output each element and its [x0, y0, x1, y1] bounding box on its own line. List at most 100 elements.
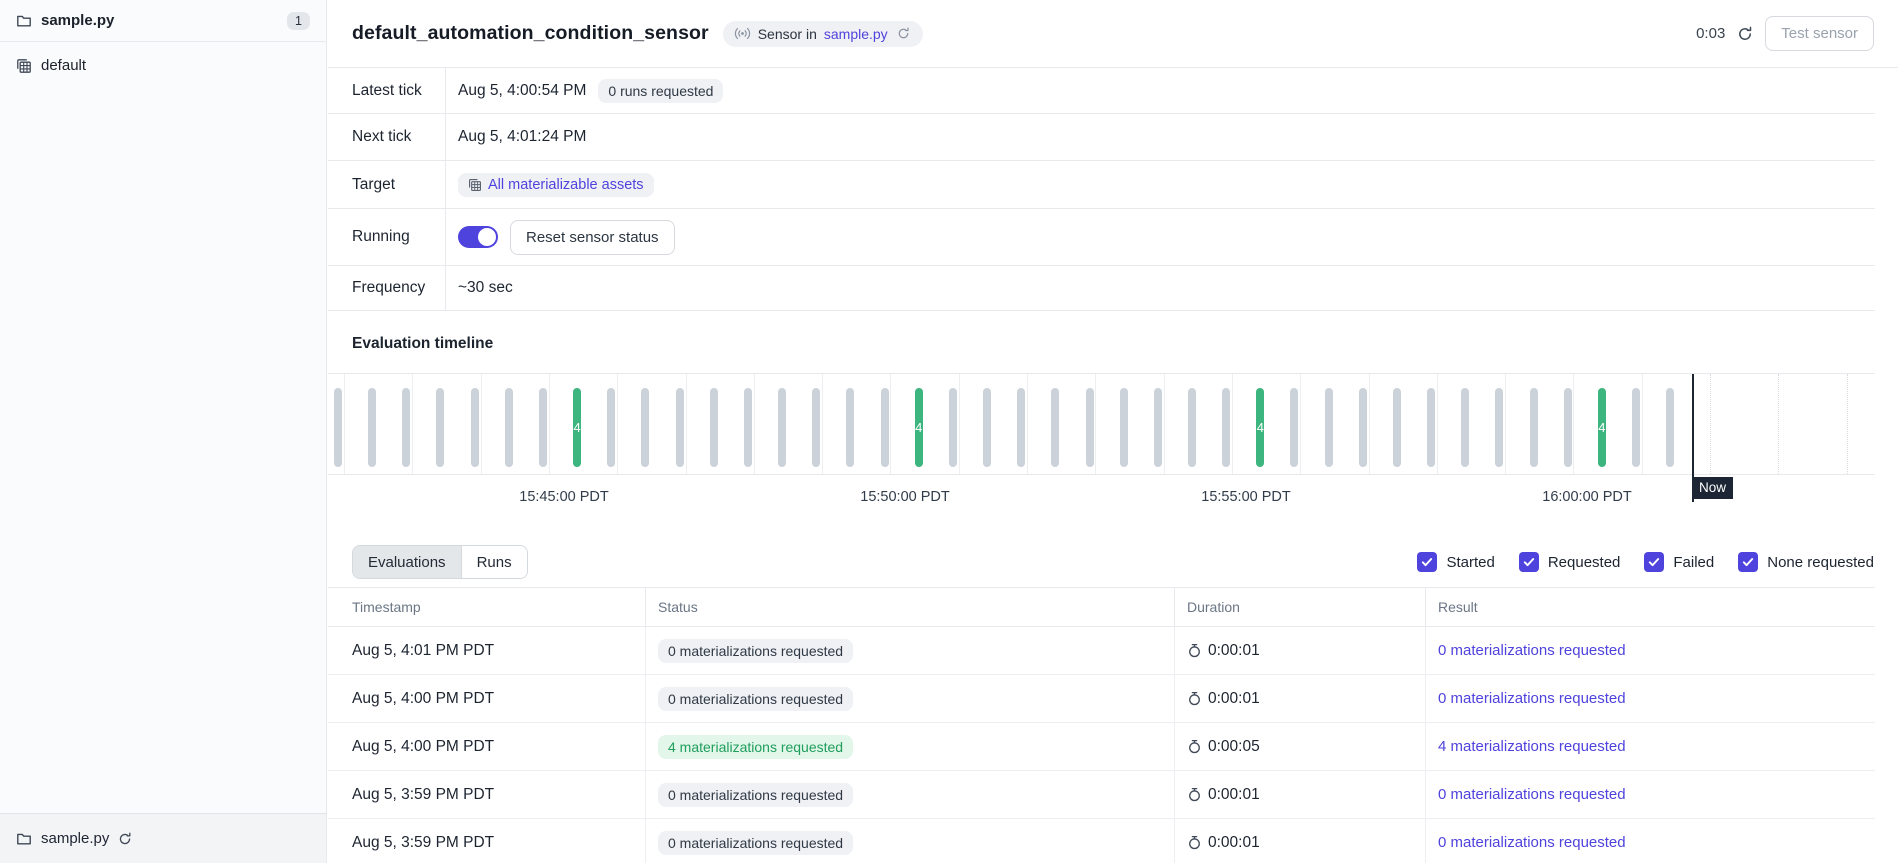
timeline-axis-label: 15:45:00 PDT	[519, 489, 608, 505]
timeline-tick-bar[interactable]	[1530, 388, 1538, 467]
timeline-tick-bar[interactable]	[812, 388, 820, 467]
timeline-tick-bar[interactable]	[881, 388, 889, 467]
timeline-tick-bar[interactable]	[1632, 388, 1640, 467]
timeline-tick-bar-requested[interactable]: 4	[915, 388, 923, 467]
timeline-tick-bar[interactable]	[1086, 388, 1094, 467]
timeline-tick-bar[interactable]	[846, 388, 854, 467]
timeline-tick-bar[interactable]	[471, 388, 479, 467]
sidebar-module-header[interactable]: sample.py 1	[0, 0, 326, 42]
duration-value: 0:00:01	[1208, 834, 1260, 852]
table-row[interactable]: Aug 5, 3:59 PM PDT 0 materializations re…	[328, 771, 1875, 819]
timeline-gridline	[1505, 374, 1506, 474]
timeline-gridline	[1573, 374, 1574, 474]
reset-sensor-status-button[interactable]: Reset sensor status	[510, 220, 675, 255]
table-row[interactable]: Aug 5, 3:59 PM PDT 0 materializations re…	[328, 819, 1875, 863]
sensor-properties: Latest tick Aug 5, 4:00:54 PM 0 runs req…	[328, 68, 1875, 311]
duration-value: 0:00:01	[1208, 786, 1260, 804]
frequency-value: ~30 sec	[458, 279, 513, 297]
timeline-tick-bar[interactable]	[334, 388, 342, 467]
timeline-tick-bar[interactable]	[436, 388, 444, 467]
asset-group-icon	[468, 178, 482, 192]
sidebar-item-default[interactable]: default	[0, 42, 326, 89]
timeline-tick-bar[interactable]	[778, 388, 786, 467]
timeline-tick-bar[interactable]	[1564, 388, 1572, 467]
timeline-tick-bar[interactable]	[949, 388, 957, 467]
timeline-tick-bar[interactable]	[402, 388, 410, 467]
evaluation-timestamp: Aug 5, 4:00 PM PDT	[328, 675, 645, 722]
timeline-gridline	[754, 374, 755, 474]
tab-evaluations[interactable]: Evaluations	[353, 546, 461, 578]
running-toggle[interactable]	[458, 226, 498, 248]
timeline-tick-bar[interactable]	[1325, 388, 1333, 467]
timeline-gridline	[617, 374, 618, 474]
timeline-tick-bar[interactable]	[1359, 388, 1367, 467]
sensor-file-link[interactable]: sample.py	[824, 26, 888, 42]
timeline-tick-bar[interactable]	[983, 388, 991, 467]
timeline-gridline	[1437, 374, 1438, 474]
evaluations-table: Timestamp Status Duration Result Aug 5, …	[328, 587, 1875, 863]
timeline-tick-bar[interactable]	[1017, 388, 1025, 467]
result-link[interactable]: 0 materializations requested	[1438, 786, 1626, 803]
timeline-tick-bar[interactable]	[1495, 388, 1503, 467]
table-row[interactable]: Aug 5, 4:00 PM PDT 0 materializations re…	[328, 675, 1875, 723]
timeline-gridline	[959, 374, 960, 474]
timeline-gridline	[412, 374, 413, 474]
reload-icon[interactable]	[118, 832, 132, 846]
reload-icon[interactable]	[895, 27, 912, 40]
status-badge: 4 materializations requested	[658, 735, 853, 759]
timeline-tick-bar-requested[interactable]: 4	[573, 388, 581, 467]
property-label: Running	[328, 209, 446, 265]
timeline-tick-bar[interactable]	[641, 388, 649, 467]
checkbox-checked[interactable]	[1417, 552, 1437, 572]
timeline-tick-bar[interactable]	[505, 388, 513, 467]
refresh-icon[interactable]	[1737, 26, 1753, 42]
timeline-tick-bar[interactable]	[1290, 388, 1298, 467]
tab-runs[interactable]: Runs	[461, 546, 527, 578]
target-assets-link[interactable]: All materializable assets	[488, 177, 644, 193]
stopwatch-icon	[1187, 643, 1202, 658]
filter-option: Failed	[1644, 552, 1714, 572]
timeline-tick-bar[interactable]	[1461, 388, 1469, 467]
stopwatch-icon	[1187, 691, 1202, 706]
evaluation-timestamp: Aug 5, 4:01 PM PDT	[328, 627, 645, 674]
timeline-tick-bar[interactable]	[676, 388, 684, 467]
timeline-gridline	[1095, 374, 1096, 474]
timeline-tick-bar[interactable]	[1154, 388, 1162, 467]
filter-label: None requested	[1767, 554, 1874, 571]
evaluation-timestamp: Aug 5, 4:00 PM PDT	[328, 723, 645, 770]
timeline-tick-bar[interactable]	[539, 388, 547, 467]
result-link[interactable]: 0 materializations requested	[1438, 642, 1626, 659]
timeline-tick-bar[interactable]	[368, 388, 376, 467]
timeline-tick-bar[interactable]	[1666, 388, 1674, 467]
timeline-tick-bar-requested[interactable]: 4	[1598, 388, 1606, 467]
timeline-tick-bar[interactable]	[1427, 388, 1435, 467]
result-link[interactable]: 4 materializations requested	[1438, 738, 1626, 755]
result-link[interactable]: 0 materializations requested	[1438, 690, 1626, 707]
timeline-tick-bar[interactable]	[744, 388, 752, 467]
checkbox-checked[interactable]	[1519, 552, 1539, 572]
timeline-gridline	[1778, 374, 1779, 474]
timeline-tick-bar[interactable]	[1120, 388, 1128, 467]
checkbox-checked[interactable]	[1738, 552, 1758, 572]
runs-requested-badge: 0 runs requested	[598, 79, 723, 103]
test-sensor-button[interactable]: Test sensor	[1765, 16, 1874, 51]
table-row[interactable]: Aug 5, 4:00 PM PDT 4 materializations re…	[328, 723, 1875, 771]
property-label: Next tick	[328, 114, 446, 160]
timeline-tick-bar[interactable]	[607, 388, 615, 467]
timeline-tick-bar[interactable]	[710, 388, 718, 467]
property-label: Frequency	[328, 266, 446, 310]
folder-icon	[16, 13, 32, 29]
property-row-next-tick: Next tick Aug 5, 4:01:24 PM	[328, 114, 1875, 161]
timeline-tick-bar[interactable]	[1222, 388, 1230, 467]
stopwatch-icon	[1187, 835, 1202, 850]
status-badge: 0 materializations requested	[658, 783, 853, 807]
timeline-tick-bar[interactable]	[1393, 388, 1401, 467]
timeline-tick-bar[interactable]	[1188, 388, 1196, 467]
checkbox-checked[interactable]	[1644, 552, 1664, 572]
latest-tick-value: Aug 5, 4:00:54 PM	[458, 82, 586, 100]
view-tabs: EvaluationsRuns	[352, 545, 528, 579]
timeline-tick-bar-requested[interactable]: 4	[1256, 388, 1264, 467]
result-link[interactable]: 0 materializations requested	[1438, 834, 1626, 851]
timeline-tick-bar[interactable]	[1051, 388, 1059, 467]
table-row[interactable]: Aug 5, 4:01 PM PDT 0 materializations re…	[328, 627, 1875, 675]
